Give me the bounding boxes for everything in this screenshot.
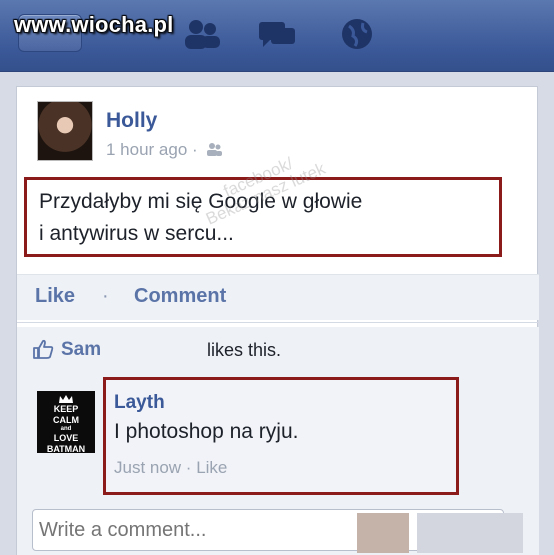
likes-summary: Sam likes this. xyxy=(17,327,539,371)
likes-text: likes this. xyxy=(207,340,282,360)
avatar[interactable] xyxy=(37,101,93,161)
action-separator: · xyxy=(102,285,109,307)
comments-section: KEEP CALM and LOVE BATMAN Layth I photos… xyxy=(17,371,539,555)
friends-audience-icon xyxy=(206,141,223,161)
action-bar: Like · Comment xyxy=(17,275,539,320)
comment-button[interactable]: Comment xyxy=(134,285,226,308)
avatar-text-line: BATMAN xyxy=(46,444,86,454)
post-timestamp[interactable]: 1 hour ago · xyxy=(106,140,198,159)
post-meta: 1 hour ago · xyxy=(106,140,223,161)
post-text-line-2: i antywirus w sercu... xyxy=(39,222,234,245)
censored-region xyxy=(417,513,523,553)
comment-text: I photoshop na ryju. xyxy=(114,420,299,443)
notifications-globe-icon[interactable] xyxy=(335,14,379,54)
friends-icon[interactable] xyxy=(180,14,224,54)
post-author[interactable]: Holly xyxy=(106,109,157,133)
divider xyxy=(17,322,539,323)
crown-icon xyxy=(59,395,73,403)
like-button[interactable]: Like xyxy=(35,285,75,308)
messages-icon[interactable] xyxy=(255,14,299,54)
comment-meta[interactable]: Just now · Like xyxy=(114,458,227,478)
site-watermark: www.wiocha.pl xyxy=(14,12,174,37)
comment-highlight: Layth I photoshop na ryju. Just now · Li… xyxy=(103,377,459,495)
comment-author[interactable]: Layth xyxy=(114,392,165,414)
avatar-text-line: and xyxy=(60,426,72,432)
post-text: Przydałyby mi się Google w głowie i anty… xyxy=(39,186,499,250)
post-card: Holly 1 hour ago · Przydałyby mi się Goo… xyxy=(16,86,539,555)
censored-region xyxy=(357,513,409,553)
post-text-highlight: Przydałyby mi się Google w głowie i anty… xyxy=(24,177,502,257)
thumbs-up-icon xyxy=(32,338,54,360)
liker-name[interactable]: Sam xyxy=(61,339,101,361)
avatar-text-line: LOVE xyxy=(53,433,79,443)
commenter-avatar[interactable]: KEEP CALM and LOVE BATMAN xyxy=(37,391,95,454)
post-text-line-1: Przydałyby mi się Google w głowie xyxy=(39,190,363,213)
avatar-text-line: CALM xyxy=(53,415,79,425)
avatar-text-line: KEEP xyxy=(53,404,79,414)
